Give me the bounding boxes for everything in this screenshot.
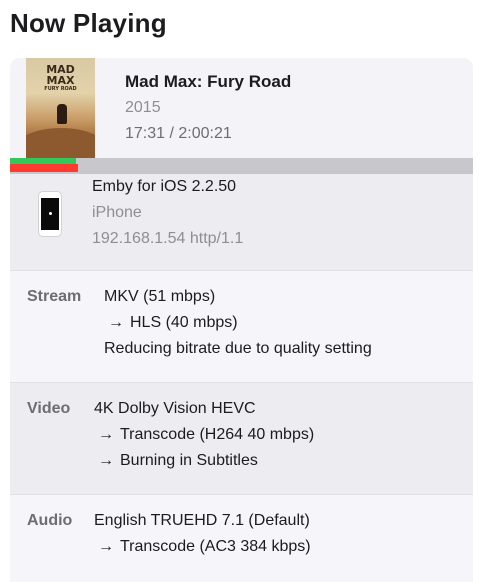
video-source: 4K Dolby Vision HEVC — [94, 400, 256, 417]
audio-transcode: → Transcode (AC3 384 kbps) — [98, 538, 311, 555]
arrow-right-icon: → — [98, 452, 114, 469]
poster-figure — [57, 104, 67, 124]
audio-section: Audio English TRUEHD 7.1 (Default) → Tran… — [10, 495, 473, 582]
poster-subtitle: FURY ROAD — [44, 86, 77, 92]
stream-target: → HLS (40 mbps) — [108, 314, 238, 331]
media-header[interactable]: MAD MAX FURY ROAD Mad Max: Fury Road 201… — [10, 58, 473, 158]
iphone-icon — [38, 191, 62, 237]
page-title: Now Playing — [10, 8, 167, 38]
playback-time: 17:31 / 2:00:21 — [125, 125, 232, 142]
stream-source: MKV (51 mbps) — [104, 288, 216, 305]
progress-bar[interactable] — [10, 158, 473, 174]
stream-section: Stream MKV (51 mbps) → HLS (40 mbps) Redu… — [10, 271, 473, 383]
video-label: Video — [27, 400, 71, 417]
poster-dune — [26, 128, 95, 158]
video-subtitles: → Burning in Subtitles — [98, 452, 258, 469]
movie-poster[interactable]: MAD MAX FURY ROAD — [26, 58, 95, 158]
poster-title-line: MAX — [46, 74, 75, 87]
audio-label: Audio — [27, 512, 73, 529]
arrow-right-icon: → — [98, 538, 114, 555]
video-section: Video 4K Dolby Vision HEVC → Transcode (H… — [10, 383, 473, 495]
audio-source: English TRUEHD 7.1 (Default) — [94, 512, 310, 529]
stream-note: Reducing bitrate due to quality setting — [104, 340, 372, 357]
now-playing-card[interactable]: MAD MAX FURY ROAD Mad Max: Fury Road 201… — [10, 58, 473, 582]
device-address: 192.168.1.54 http/1.1 — [92, 230, 244, 247]
stream-label: Stream — [27, 288, 82, 305]
client-name: Emby for iOS 2.2.50 — [92, 178, 237, 195]
device-name: iPhone — [92, 204, 142, 221]
video-transcode: → Transcode (H264 40 mbps) — [98, 426, 315, 443]
movie-year: 2015 — [125, 99, 161, 116]
movie-title: Mad Max: Fury Road — [125, 72, 292, 91]
playback-progress — [10, 164, 78, 172]
device-section: Emby for iOS 2.2.50 iPhone 192.168.1.54 … — [10, 174, 473, 271]
arrow-right-icon: → — [98, 426, 114, 443]
arrow-right-icon: → — [108, 314, 124, 331]
